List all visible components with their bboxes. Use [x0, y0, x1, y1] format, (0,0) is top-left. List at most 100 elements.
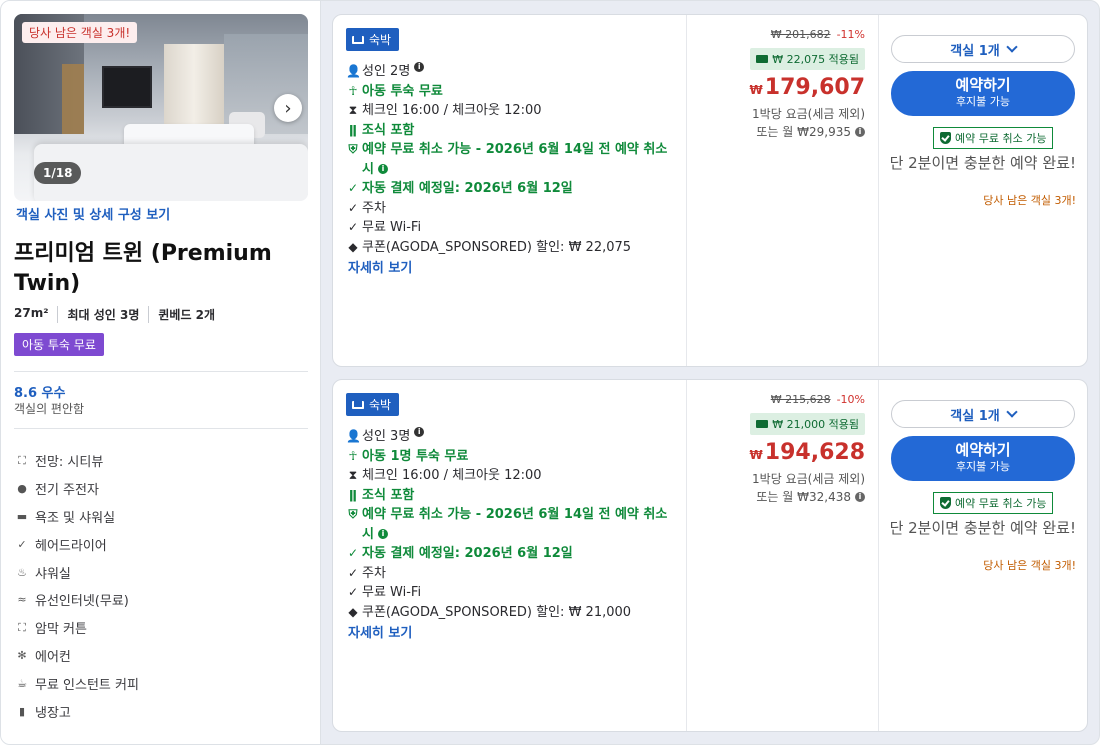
offer-features: 👤 성인 3명 i ☥ 아동 1명 투숙 무료 ⧗ 체크인 16:00 / 체크아웃 1…: [346, 427, 681, 641]
info-icon[interactable]: i: [414, 62, 425, 72]
bed-icon: [352, 400, 364, 409]
check-icon: ✓: [347, 181, 359, 195]
clock-person-icon: ⧗: [348, 468, 358, 482]
chevron-right-icon: ›: [284, 97, 292, 119]
room-size: 27m²: [14, 306, 49, 320]
shield-check-icon: [940, 132, 951, 144]
rooms-select[interactable]: 객실 1개: [891, 400, 1075, 428]
person-icon: 👤: [346, 429, 361, 443]
book-button[interactable]: 예약하기 후지불 가능: [891, 71, 1075, 116]
divider: [14, 428, 308, 429]
monthly-price: 또는 월 ₩32,438 i: [756, 488, 865, 505]
amenity-item: ✓ 헤어드라이어: [17, 537, 107, 554]
cancel-feature: ⛨ 예약 무료 취소 가능 - 2026년 6월 14일 전 예약 취소 시i: [346, 505, 681, 544]
fridge-icon: ▮: [18, 704, 26, 718]
wifi-feature: ✓ 무료 Wi-Fi: [346, 218, 681, 238]
check-icon: ✓: [347, 565, 359, 580]
amenity-item: ♨ 샤워실: [17, 565, 71, 582]
wifi-icon: ≈: [17, 593, 27, 607]
clock-person-icon: ⧗: [348, 103, 358, 117]
chevron-down-icon: [1006, 406, 1018, 418]
coupon-applied-badge: ₩ 22,075 적용됨: [750, 48, 865, 70]
amenity-item: ● 전기 주전자: [17, 482, 99, 499]
info-icon[interactable]: i: [377, 529, 388, 539]
amenity-item: ✻ 에어컨: [17, 648, 71, 665]
parking-feature: ✓ 주차: [346, 564, 681, 584]
price-column: ₩ 215,628 -10% ₩ 21,000 적용됨 ₩194,628 1박당 …: [687, 380, 878, 731]
booking-column: 객실 1개 예약하기 후지불 가능 예약 무료 취소 가능 단 2분이면 충분한 …: [879, 15, 1087, 366]
autopay-feature: ✓ 자동 결제 예정일: 2026년 6월 12일: [346, 179, 681, 199]
info-icon[interactable]: i: [377, 164, 388, 174]
free-cancel-badge: 예약 무료 취소 가능: [933, 127, 1054, 149]
booking-column: 객실 1개 예약하기 후지불 가능 예약 무료 취소 가능 단 2분이면 충분한 …: [879, 380, 1087, 731]
divider: [14, 371, 308, 372]
rooms-left-badge: 당사 남은 객실 3개!: [22, 22, 138, 43]
monthly-price: 또는 월 ₩29,935 i: [756, 123, 865, 140]
breakfast-feature: ǁ 조식 포함: [346, 121, 681, 141]
kids-free-tag: 아동 투숙 무료: [14, 333, 104, 356]
curtain-icon: ⛶: [18, 620, 26, 634]
coffee-icon: ☕: [17, 676, 27, 690]
coupon-feature: ◆ 쿠폰(AGODA_SPONSORED) 할인: ₩ 22,075: [346, 238, 681, 258]
bed-type: 퀸베드 2개: [148, 306, 224, 323]
view-photos-link[interactable]: 객실 사진 및 상세 구성 보기: [16, 204, 170, 223]
bed-icon: [352, 35, 364, 44]
price: ₩179,607: [749, 75, 865, 100]
amenities-list: ⛶ 전망: 시티뷰 ● 전기 주전자 ▬ 욕조 및 샤워실 ✓ 헤어드라이어 ♨ 샤워실 …: [16, 447, 139, 725]
rooms-left-text: 당사 남은 객실 3개!: [983, 194, 1076, 207]
check-icon: ✓: [347, 585, 359, 599]
guests-feature: 👤 성인 3명 i: [346, 427, 681, 447]
book-button[interactable]: 예약하기 후지불 가능: [891, 436, 1075, 481]
wifi-feature: ✓ 무료 Wi-Fi: [346, 583, 681, 603]
rating-score: 8.6 우수: [14, 386, 66, 401]
child-icon: ☥: [348, 83, 358, 98]
info-icon[interactable]: i: [414, 427, 425, 437]
kids-feature: ☥ 아동 1명 투숙 무료: [346, 447, 681, 467]
rooms-select[interactable]: 객실 1개: [891, 35, 1075, 63]
info-icon[interactable]: i: [855, 491, 865, 502]
ac-icon: ✻: [17, 648, 27, 662]
price-note: 1박당 요금(세금 제외): [752, 472, 865, 486]
chevron-down-icon: [1006, 41, 1018, 53]
free-cancel-badge: 예약 무료 취소 가능: [933, 492, 1054, 514]
tag-icon: ◆: [348, 239, 358, 254]
kettle-icon: ●: [17, 482, 27, 496]
check-icon: ✓: [347, 200, 359, 215]
kids-feature: ☥ 아동 투숙 무료: [346, 82, 681, 102]
amenity-item: ≈ 유선인터넷(무료): [17, 593, 129, 610]
shield-check-icon: [940, 497, 951, 509]
ticket-icon: [756, 420, 769, 428]
max-occupancy: 최대 성인 3명: [57, 306, 148, 323]
person-icon: 👤: [346, 64, 361, 78]
rating-label: 객실의 편안함: [14, 402, 85, 416]
cutlery-icon: ǁ: [349, 122, 357, 137]
next-photo-button[interactable]: ›: [274, 94, 302, 122]
check-icon: ✓: [347, 546, 359, 560]
room-photo[interactable]: 당사 남은 객실 3개! 1/18 ›: [14, 14, 308, 201]
amenity-item: ▬ 욕조 및 샤워실: [16, 509, 116, 526]
check-icon: ✓: [17, 537, 27, 551]
cancel-feature: ⛨ 예약 무료 취소 가능 - 2026년 6월 14일 전 예약 취소 시i: [346, 140, 681, 179]
price-column: ₩ 201,682 -11% ₩ 22,075 적용됨 ₩179,607 1박당 …: [687, 15, 878, 366]
stay-tag: 숙박: [346, 28, 400, 51]
amenity-item: ☕ 무료 인스턴트 커피: [17, 676, 139, 693]
info-icon[interactable]: i: [855, 126, 865, 137]
urgency-text: 단 2분이면 충분한 예약 완료!: [889, 154, 1076, 172]
offer-card: 숙박 👤 성인 2명 i ☥ 아동 투숙 무료 ⧗ 체크인 16:00 / 체크아웃 1…: [332, 14, 1088, 367]
cutlery-icon: ǁ: [349, 487, 357, 502]
more-details-link[interactable]: 자세히 보기: [348, 622, 681, 641]
ticket-icon: [756, 55, 769, 63]
shield-icon: ⛨: [348, 507, 358, 521]
urgency-text: 단 2분이면 충분한 예약 완료!: [889, 519, 1076, 537]
view-icon: ⛶: [18, 453, 26, 467]
check-icon: ✓: [347, 220, 359, 234]
coupon-applied-badge: ₩ 21,000 적용됨: [750, 413, 865, 435]
original-price: ₩ 215,628 -10%: [770, 393, 865, 406]
tag-icon: ◆: [348, 604, 358, 619]
checkin-feature: ⧗ 체크인 16:00 / 체크아웃 12:00: [346, 466, 681, 486]
more-details-link[interactable]: 자세히 보기: [348, 257, 681, 276]
shield-icon: ⛨: [348, 142, 358, 156]
shower-icon: ♨: [17, 565, 27, 579]
room-info-panel: 당사 남은 객실 3개! 1/18 › 객실 사진 및 상세 구성 보기 프리미…: [1, 1, 321, 744]
bathtub-icon: ▬: [16, 509, 28, 523]
